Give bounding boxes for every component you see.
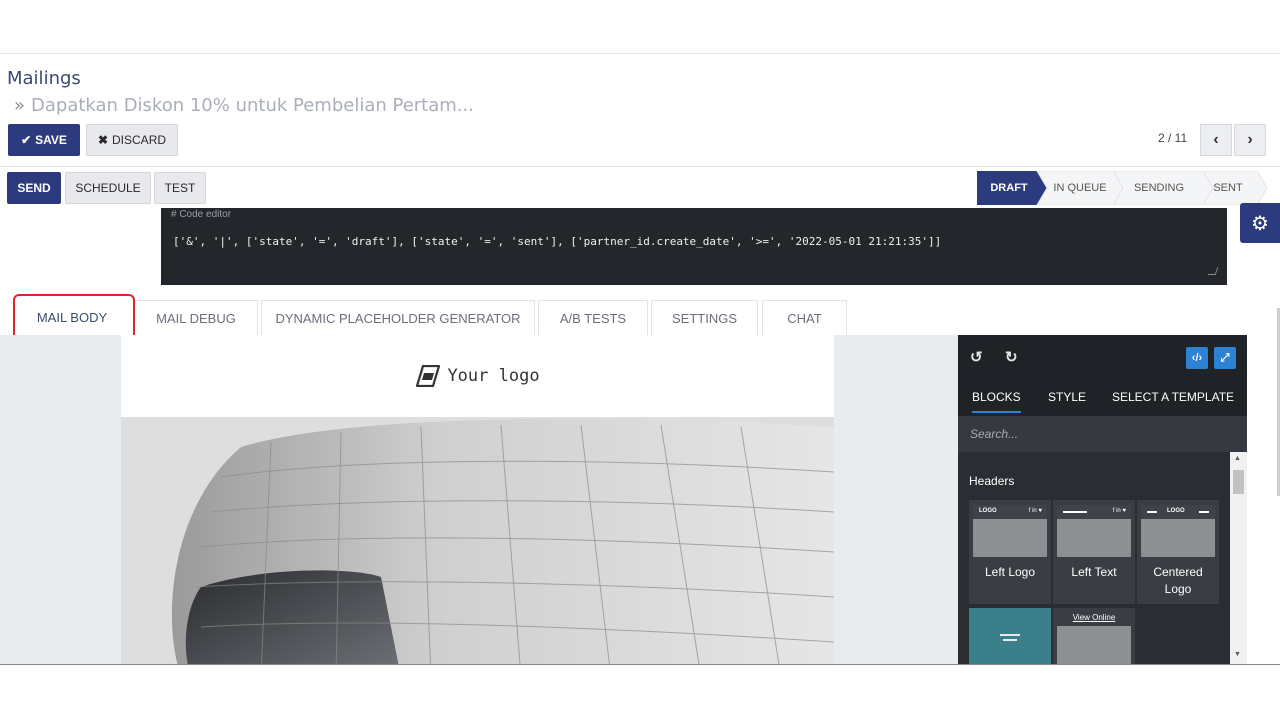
tab-ab-tests[interactable]: A/B TESTS	[538, 300, 648, 335]
blocks-list: Headers LOGO f in ♥ Left Logo f in ♥ Lef…	[958, 452, 1230, 664]
fullscreen-button[interactable]: ⤢	[1214, 347, 1236, 369]
redo-icon[interactable]: ↻	[1005, 348, 1018, 366]
top-divider	[0, 53, 1280, 54]
blocks-search-input[interactable]	[970, 425, 1230, 443]
logo-icon	[416, 365, 441, 387]
panel-tab-select-template[interactable]: SELECT A TEMPLATE	[1112, 390, 1234, 404]
code-view-button[interactable]: ‹/›	[1186, 347, 1208, 369]
breadcrumb: » Dapatkan Diskon 10% untuk Pembelian Per…	[14, 95, 474, 116]
block-thumbnail: LOGO	[1141, 505, 1215, 557]
code-icon: ‹/›	[1191, 352, 1203, 364]
undo-icon[interactable]: ↺	[970, 348, 983, 366]
status-sending[interactable]: SENDING	[1124, 171, 1194, 205]
pager-previous-button[interactable]: ‹	[1200, 124, 1232, 156]
breadcrumb-separator: »	[14, 95, 26, 116]
send-button[interactable]: SEND	[7, 172, 61, 204]
section-title-headers: Headers	[969, 474, 1015, 488]
chevron-left-icon: ‹	[1213, 131, 1219, 148]
breadcrumb-root[interactable]: Mailings	[7, 68, 81, 89]
block-thumbnail: f in ♥	[1057, 505, 1131, 557]
chevron-right-icon: ›	[1247, 131, 1253, 148]
panel-search	[958, 416, 1247, 452]
schedule-button[interactable]: SCHEDULE	[65, 172, 151, 204]
panel-tab-style[interactable]: STYLE	[1048, 390, 1086, 404]
scroll-down-icon[interactable]: ▼	[1234, 651, 1241, 658]
mail-header-block[interactable]: Your logo	[121, 335, 834, 417]
panel-toolbar: ↺ ↻ ‹/› ⤢	[958, 335, 1247, 380]
menu-icon	[1000, 634, 1020, 636]
header-divider	[0, 166, 1280, 167]
pager-next-button[interactable]: ›	[1234, 124, 1266, 156]
blocks-scrollbar[interactable]: ▲ ▼	[1230, 452, 1247, 664]
code-editor[interactable]: # Code editor ['&', '|', ['state', '=', …	[161, 208, 1227, 285]
scrollbar-thumb[interactable]	[1233, 470, 1244, 494]
resize-handle-icon[interactable]	[1207, 267, 1219, 275]
panel-tab-blocks[interactable]: BLOCKS	[972, 390, 1021, 413]
block-left-logo[interactable]: LOGO f in ♥ Left Logo	[969, 500, 1051, 604]
tab-mail-debug[interactable]: MAIL DEBUG	[134, 300, 258, 335]
editor-side-panel: ↺ ↻ ‹/› ⤢ BLOCKS STYLE SELECT A TEMPLATE…	[958, 335, 1247, 664]
logo-text: Your logo	[447, 366, 540, 386]
tab-settings[interactable]: SETTINGS	[651, 300, 758, 335]
tab-mail-body[interactable]: MAIL BODY	[17, 300, 127, 335]
panel-tabs: BLOCKS STYLE SELECT A TEMPLATE	[958, 380, 1247, 416]
bottom-divider	[0, 664, 1280, 665]
mail-canvas[interactable]: Your logo	[0, 335, 958, 664]
settings-gear-button[interactable]: ⚙	[1240, 203, 1280, 243]
discard-button[interactable]: ✖ DISCARD	[86, 124, 178, 156]
block-menu-header[interactable]	[969, 608, 1051, 664]
gear-icon: ⚙	[1251, 212, 1269, 235]
save-button[interactable]: ✔ SAVE	[8, 124, 80, 156]
architecture-image	[121, 417, 834, 664]
scroll-up-icon[interactable]: ▲	[1234, 455, 1241, 462]
check-icon: ✔	[21, 133, 32, 147]
expand-icon: ⤢	[1220, 351, 1230, 364]
block-thumbnail: LOGO f in ♥	[973, 505, 1047, 557]
block-left-text[interactable]: f in ♥ Left Text	[1053, 500, 1135, 604]
mail-hero-image[interactable]	[121, 417, 834, 664]
tab-chat[interactable]: CHAT	[762, 300, 847, 335]
pager-value[interactable]: 2 / 11	[1158, 131, 1187, 145]
page-title: Dapatkan Diskon 10% untuk Pembelian Pert…	[31, 95, 474, 116]
tab-dynamic-placeholder-generator[interactable]: DYNAMIC PLACEHOLDER GENERATOR	[261, 300, 535, 335]
status-draft[interactable]: DRAFT	[980, 171, 1038, 205]
block-centered-logo[interactable]: LOGO Centered Logo	[1137, 500, 1219, 604]
block-view-online[interactable]: View Online	[1053, 608, 1135, 664]
times-icon: ✖	[97, 133, 109, 147]
code-editor-caption: # Code editor	[171, 209, 232, 220]
app-window: Mailings » Dapatkan Diskon 10% untuk Pemb…	[0, 0, 1280, 720]
code-editor-content[interactable]: ['&', '|', ['state', '=', 'draft'], ['st…	[173, 235, 941, 248]
status-in-queue[interactable]: IN QUEUE	[1048, 171, 1112, 205]
status-sent[interactable]: SENT	[1206, 171, 1250, 205]
test-button[interactable]: TEST	[154, 172, 206, 204]
